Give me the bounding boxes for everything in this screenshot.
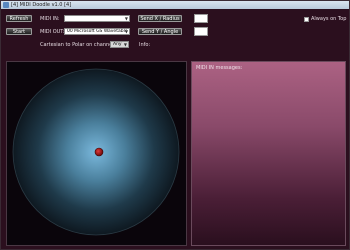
channel-value: Any [113,42,122,47]
polar-pad-graphic [12,68,180,236]
midi-out-select[interactable]: 00 Microsoft GS Wavetable ▼ [64,28,130,35]
app-window: [4] MIDI Doodle v1.0 [4] Refresh Start M… [0,0,350,250]
send-x-radius-button[interactable]: Send X / Radius [138,15,182,22]
chevron-down-icon: ▼ [124,29,128,34]
x-radius-value-box [194,14,208,23]
midi-in-label: MIDI IN: [40,16,60,22]
always-on-top-label: Always on Top [311,16,347,22]
chevron-down-icon: ▼ [123,42,127,47]
window-title: [4] MIDI Doodle v1.0 [4] [11,2,72,8]
chevron-down-icon: ▼ [124,16,128,21]
midi-out-value: 00 Microsoft GS Wavetable [67,29,128,34]
info-label: Info: [139,42,151,48]
midi-out-label: MIDI OUT: [40,29,65,35]
start-button[interactable]: Start [6,28,32,35]
midi-in-messages-panel: MIDI IN messages: [191,61,346,246]
cartesian-to-polar-label: Cartesian to Polar on channel: [40,42,116,48]
always-on-top-checkbox[interactable] [304,17,309,22]
title-bar: [4] MIDI Doodle v1.0 [4] [1,1,349,9]
y-angle-value-box [194,27,208,36]
send-y-angle-button[interactable]: Send Y / Angle [138,28,182,35]
midi-in-messages-label: MIDI IN messages: [196,65,243,71]
channel-select[interactable]: Any ▼ [110,41,129,48]
midi-in-select[interactable]: ▼ [64,15,130,22]
app-icon [3,2,9,8]
doodle-pad[interactable] [6,61,187,246]
refresh-button[interactable]: Refresh [6,15,32,22]
cursor-dot[interactable] [94,147,104,157]
